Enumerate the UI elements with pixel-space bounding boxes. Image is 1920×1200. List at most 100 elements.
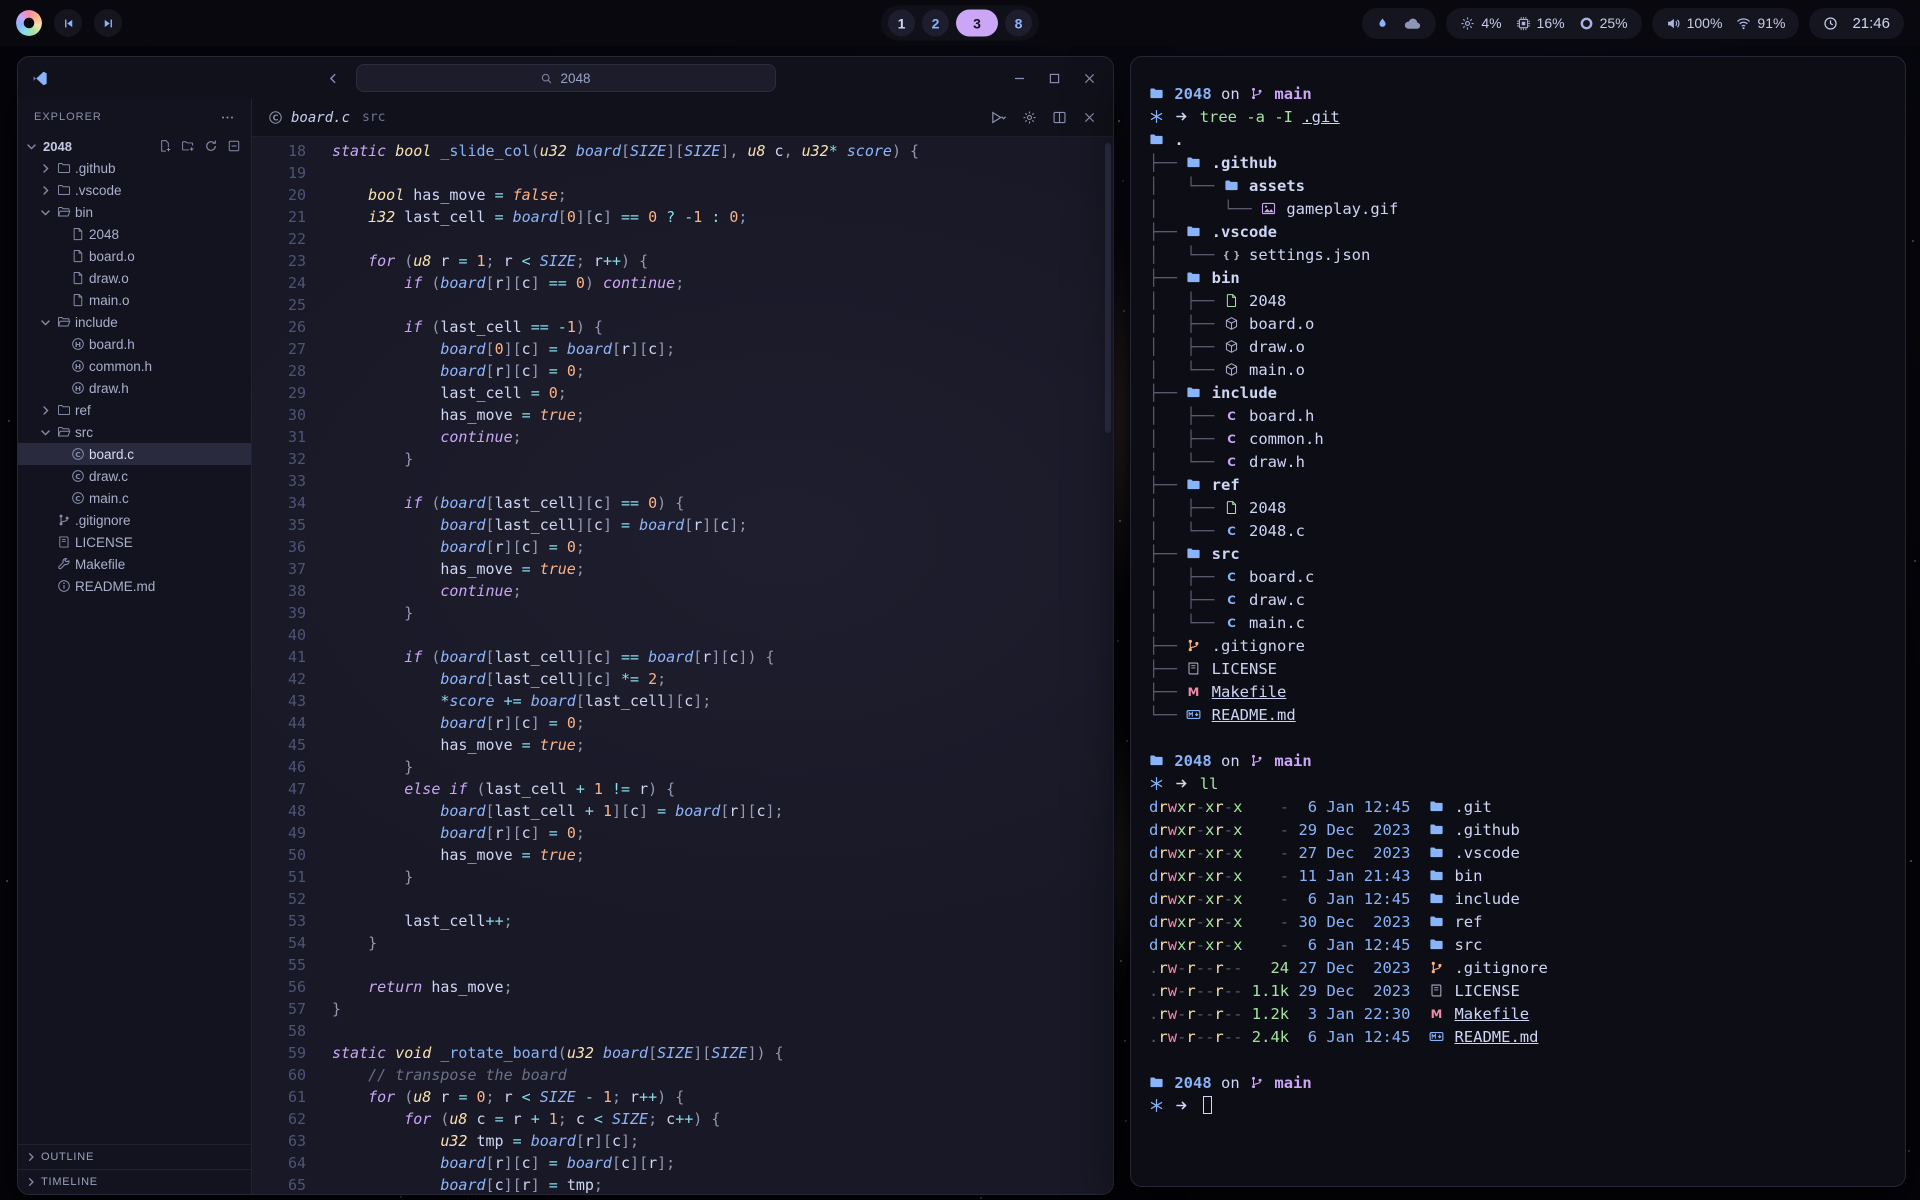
explorer-item-board.h[interactable]: Hboard.h — [18, 333, 251, 355]
panel-timeline[interactable]: TIMELINE — [18, 1169, 251, 1194]
svg-text:H: H — [75, 362, 81, 371]
close-editor-button[interactable] — [1082, 110, 1097, 125]
line-number: 49 — [252, 822, 306, 844]
chevron-spacer — [38, 535, 53, 550]
folderop-icon — [57, 425, 71, 439]
explorer-item-src[interactable]: src — [18, 421, 251, 443]
new-file-icon[interactable] — [158, 139, 172, 153]
audio-network-widget[interactable]: 100% 91% — [1652, 8, 1800, 39]
code-line-23: 23 for (u8 r = 1; r < SIZE; r++) { — [252, 250, 1113, 272]
editor-pane: C board.c src 18static bool _slide_col(u… — [252, 99, 1113, 1194]
folder-icon — [1149, 752, 1165, 767]
back-button[interactable] — [326, 71, 341, 86]
split-editor-button[interactable] — [1052, 110, 1067, 125]
line-number: 61 — [252, 1086, 306, 1108]
collapse-all-icon[interactable] — [227, 139, 241, 153]
new-folder-icon[interactable] — [181, 139, 195, 153]
search-box[interactable]: 2048 — [356, 64, 776, 92]
code-line-19: 19 — [252, 162, 1113, 184]
explorer-item-Makefile[interactable]: Makefile — [18, 553, 251, 575]
memory-chip-icon — [1516, 16, 1531, 31]
chevron-spacer — [52, 381, 67, 396]
code-line-38: 38 continue; — [252, 580, 1113, 602]
vscode-logo-icon — [32, 70, 49, 87]
explorer-item-label: .vscode — [75, 183, 122, 198]
weather-widget[interactable] — [1362, 8, 1436, 39]
explorer-item-bin[interactable]: bin — [18, 201, 251, 223]
explorer-item-LICENSE[interactable]: LICENSE — [18, 531, 251, 553]
explorer-item-draw.h[interactable]: Hdraw.h — [18, 377, 251, 399]
minimize-button[interactable] — [1012, 71, 1027, 86]
code-line-55: 55 — [252, 954, 1113, 976]
skip-next-icon — [102, 17, 115, 30]
code-line-46: 46 } — [252, 756, 1113, 778]
terminal-line-blank — [1149, 1049, 1887, 1072]
code-line-62: 62 for (u8 c = r + 1; c < SIZE; c++) { — [252, 1108, 1113, 1130]
settings-gear-icon[interactable] — [1022, 110, 1037, 125]
code-line-57: 57} — [252, 998, 1113, 1020]
terminal-line-blank — [1149, 727, 1887, 750]
breadcrumb-file[interactable]: board.c — [291, 110, 350, 126]
run-button[interactable] — [990, 109, 1007, 126]
explorer-item-main.o[interactable]: main.o — [18, 289, 251, 311]
git-icon — [1429, 959, 1445, 974]
panel-outline[interactable]: OUTLINE — [18, 1144, 251, 1169]
vscode-titlebar[interactable]: 2048 — [18, 57, 1113, 99]
explorer-item-2048[interactable]: 2048 — [18, 223, 251, 245]
breadcrumb-dir[interactable]: src — [362, 110, 385, 125]
hcircle-icon: H — [71, 381, 85, 395]
explorer-item-.gitignore[interactable]: .gitignore — [18, 509, 251, 531]
system-stats-widget[interactable]: 4% 16% 25% — [1446, 8, 1641, 39]
code-line-59: 59static void _rotate_board(u32 board[SI… — [252, 1042, 1113, 1064]
speaker-icon — [1666, 16, 1681, 31]
code-line-65: 65 board[c][r] = tmp; — [252, 1174, 1113, 1194]
cletter-icon: C — [1224, 568, 1240, 583]
explorer-item-2048[interactable]: 2048 — [18, 135, 251, 157]
explorer-item-label: draw.o — [89, 271, 129, 286]
clock-widget[interactable]: 21:46 — [1809, 8, 1904, 39]
explorer-item-draw.o[interactable]: draw.o — [18, 267, 251, 289]
explorer-more-button[interactable] — [220, 110, 235, 125]
workspace-3[interactable]: 3 — [956, 10, 998, 37]
editor-scrollbar[interactable] — [1103, 137, 1113, 1194]
distro-logo-icon[interactable] — [16, 10, 42, 36]
explorer-item-include[interactable]: include — [18, 311, 251, 333]
cletter-icon: C — [1224, 614, 1240, 629]
svg-text:H: H — [75, 384, 81, 393]
workspace-1[interactable]: 1 — [888, 10, 915, 37]
scrollbar-thumb[interactable] — [1105, 143, 1111, 433]
explorer-item-draw.c[interactable]: Cdraw.c — [18, 465, 251, 487]
code-line-20: 20 bool has_move = false; — [252, 184, 1113, 206]
explorer-item-main.c[interactable]: Cmain.c — [18, 487, 251, 509]
terminal-line-cmd: ll — [1149, 773, 1887, 796]
close-button[interactable] — [1082, 71, 1097, 86]
explorer-item-board.o[interactable]: board.o — [18, 245, 251, 267]
folder-icon — [1429, 936, 1445, 951]
code-line-48: 48 board[last_cell + 1][c] = board[r][c]… — [252, 800, 1113, 822]
line-number: 60 — [252, 1064, 306, 1086]
explorer-item-common.h[interactable]: Hcommon.h — [18, 355, 251, 377]
terminal-line-tree: │ └── C draw.h — [1149, 451, 1887, 474]
explorer-tree: 2048.github.vscodebin2048board.odraw.oma… — [18, 135, 251, 597]
md-icon — [1429, 1028, 1445, 1043]
workspace-8[interactable]: 8 — [1005, 10, 1032, 37]
braces-icon: { } — [1224, 246, 1240, 261]
explorer-item-.vscode[interactable]: .vscode — [18, 179, 251, 201]
refresh-icon[interactable] — [204, 139, 218, 153]
explorer-item-ref[interactable]: ref — [18, 399, 251, 421]
code-line-25: 25 — [252, 294, 1113, 316]
explorer-item-board.c[interactable]: Cboard.c — [18, 443, 251, 465]
explorer-sidebar: EXPLORER 2048.github.vscodebin2048board.… — [18, 99, 252, 1194]
code-line-52: 52 — [252, 888, 1113, 910]
prompt-arrow-icon — [1174, 108, 1190, 123]
code-line-42: 42 board[last_cell][c] *= 2; — [252, 668, 1113, 690]
code-area[interactable]: 18static bool _slide_col(u32 board[SIZE]… — [252, 137, 1113, 1194]
explorer-item-README.md[interactable]: README.md — [18, 575, 251, 597]
workspace-2[interactable]: 2 — [922, 10, 949, 37]
media-next-button[interactable] — [94, 9, 122, 37]
explorer-item-.github[interactable]: .github — [18, 157, 251, 179]
media-prev-button[interactable] — [54, 9, 82, 37]
gear-icon — [1460, 16, 1475, 31]
maximize-button[interactable] — [1047, 71, 1062, 86]
terminal-window[interactable]: 2048 on main tree -a -I .git .├── .githu… — [1130, 56, 1906, 1187]
